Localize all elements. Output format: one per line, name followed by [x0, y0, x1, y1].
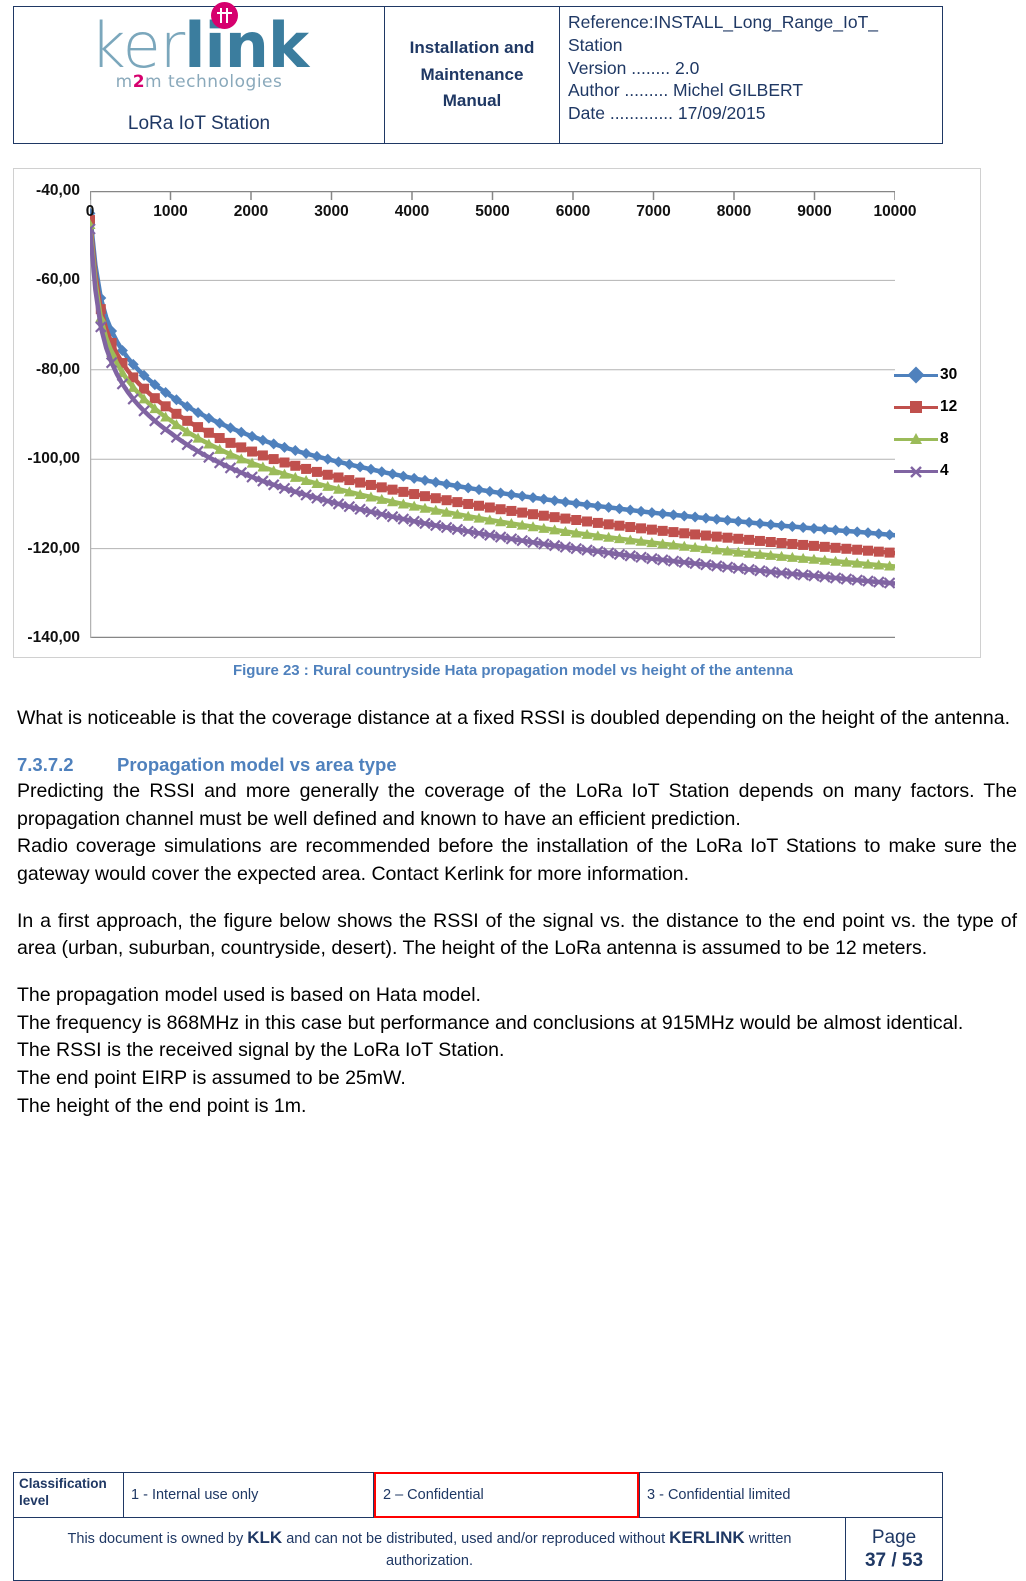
legend-marker-icon [894, 400, 938, 414]
series-4 [90, 223, 895, 589]
meta-version: Version ........ 2.0 [568, 57, 700, 78]
x-tick-label: 8000 [716, 203, 752, 220]
legend-item-30[interactable]: 30 [894, 359, 972, 391]
meta-date: Date ............. 17/09/2015 [568, 103, 766, 123]
document-footer: Classification level 1 - Internal use on… [13, 1472, 943, 1581]
legend-item-4[interactable]: 4 [894, 455, 972, 487]
page-label: Page [871, 1526, 917, 1548]
legend-symbol [910, 465, 922, 478]
classification-label: Classification level [14, 1473, 124, 1517]
x-tick-label: 0 [85, 203, 95, 220]
section-title: Propagation model vs area type [117, 753, 397, 775]
legend-marker-icon [894, 432, 938, 446]
y-tick-label: -80,00 [36, 360, 80, 378]
classification-row: Classification level 1 - Internal use on… [14, 1472, 942, 1518]
legend-item-8[interactable]: 8 [894, 423, 972, 455]
legend-symbol [907, 366, 925, 384]
classification-level-2-selected: 2 – Confidential [374, 1472, 639, 1518]
x-tick-label: 4000 [394, 203, 430, 220]
figure-caption: Figure 23 : Rural countryside Hata propa… [232, 662, 794, 679]
paragraph-predicting: Predicting the RSSI and more generally t… [17, 779, 1017, 830]
legend-symbol [910, 401, 922, 413]
logo-text-ker: ker [89, 9, 185, 82]
legend-label: 8 [940, 430, 949, 447]
meta-reference: Reference:INSTALL_Long_Range_IoT_ [568, 12, 879, 32]
line-rssi: The RSSI is the received signal by the L… [17, 1039, 505, 1062]
y-tick-label: -100,00 [27, 450, 80, 468]
section-heading: 7.3.7.2 Propagation model vs area type [17, 752, 1017, 778]
notice-kerlink: KERLINK [669, 1528, 745, 1548]
y-tick-label: -140,00 [27, 629, 80, 646]
body-content: What is noticeable is that the coverage … [17, 705, 1017, 1121]
legend-marker-icon [894, 464, 938, 478]
x-tick-label: 1000 [153, 203, 188, 220]
x-tick-label: 7000 [636, 203, 671, 220]
propagation-chart [90, 191, 895, 638]
classification-level-3: 3 - Confidential limited [639, 1473, 942, 1517]
legend-label: 30 [940, 366, 958, 383]
classification-level-1: 1 - Internal use only [124, 1473, 374, 1517]
document-title: Installation and Maintenance Manual [385, 7, 560, 143]
line-hata-model: The propagation model used is based on H… [17, 984, 481, 1007]
document-metadata: Reference:INSTALL_Long_Range_IoT_ Statio… [560, 7, 942, 143]
series-30 [90, 207, 895, 541]
paragraph-first-approach: In a first approach, the figure below sh… [17, 909, 1017, 960]
logo-subtitle: LoRa IoT Station [127, 113, 271, 134]
x-tick-label: 10000 [873, 203, 917, 220]
section-number: 7.3.7.2 [17, 753, 74, 775]
y-tick-label: -120,00 [27, 539, 80, 557]
paragraph-radio-coverage: Radio coverage simulations are recommend… [17, 835, 1017, 886]
x-tick-label: 6000 [555, 203, 591, 220]
meta-author: Author ......... Michel GILBERT [568, 80, 804, 101]
y-tick-label: -40,00 [36, 182, 80, 199]
footer-notice-row: This document is owned by KLK and can no… [14, 1518, 942, 1580]
legend-item-12[interactable]: 12 [894, 391, 972, 423]
x-tick-label: 9000 [797, 203, 832, 220]
notice-pre: This document is owned by [67, 1531, 248, 1548]
page-indicator: Page 37 / 53 [846, 1518, 942, 1580]
legend-symbol [910, 433, 922, 444]
kerlink-logo: kerlink m2m technologies [14, 2, 384, 91]
y-tick-label: -60,00 [36, 271, 80, 289]
y-axis-labels: -40,00 -60,00 -80,00 -100,00 -120,00 -140,00 [14, 182, 84, 646]
line-eirp: The end point EIRP is assumed to be 25mW… [17, 1067, 406, 1090]
logo-text-link: link [184, 9, 309, 82]
line-endpoint-height: The height of the end point is 1m. [17, 1094, 307, 1117]
logo-cell: kerlink m2m technologies LoRa IoT Statio… [14, 2, 385, 143]
copyright-notice: This document is owned by KLK and can no… [14, 1518, 846, 1580]
series-8 [90, 219, 895, 571]
logo-chip-icon [210, 2, 238, 29]
x-tick-label: 2000 [233, 203, 269, 220]
legend-label: 4 [940, 462, 949, 479]
notice-text: This document is owned by KLK and can no… [28, 1525, 831, 1573]
line-frequency: The frequency is 868MHz in this case but… [17, 1011, 964, 1034]
document-header: kerlink m2m technologies LoRa IoT Statio… [13, 2, 943, 144]
notice-mid: and can not be distributed, used and/or … [282, 1531, 670, 1548]
logo-wordmark: kerlink [90, 2, 309, 78]
paragraph-noticeable: What is noticeable is that the coverage … [17, 707, 1011, 729]
x-tick-label: 5000 [475, 203, 510, 220]
chart-legend: 30 12 8 4 [894, 359, 972, 487]
meta-reference-continued: Station [568, 34, 623, 55]
page-number: 37 / 53 [864, 1550, 924, 1571]
notice-klk: KLK [247, 1528, 283, 1548]
legend-label: 12 [940, 398, 958, 415]
legend-marker-icon [894, 366, 938, 384]
figure-container: -40,00 -60,00 -80,00 -100,00 -120,00 -140,00 … [13, 168, 981, 658]
x-tick-label: 3000 [314, 203, 349, 220]
series-12 [90, 215, 895, 558]
